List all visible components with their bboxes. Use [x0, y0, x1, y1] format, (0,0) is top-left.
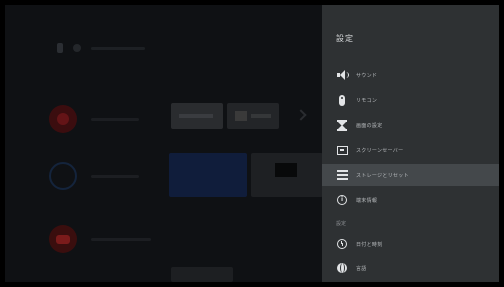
menu-item-label: 言語	[356, 265, 367, 272]
menu-item-language[interactable]: 言語	[322, 257, 499, 279]
menu-item-label: 画面の設定	[356, 122, 383, 129]
globe-icon	[336, 262, 348, 274]
app-row-label	[91, 237, 151, 241]
app-tile	[171, 103, 223, 129]
app-row-label	[91, 174, 139, 178]
menu-item-sound[interactable]: サウンド	[322, 64, 499, 86]
speaker-icon	[336, 69, 349, 81]
settings-title: 設定	[336, 34, 354, 43]
settings-panel: 設定 サウンド リモコン 画面の設定 スクリーンセーバー ストレージとリセット …	[322, 5, 499, 282]
hourglass-icon	[336, 119, 348, 131]
app-icon	[49, 105, 77, 133]
tv-screen: 設定 サウンド リモコン 画面の設定 スクリーンセーバー ストレージとリセット …	[5, 5, 499, 282]
youtube-icon	[49, 225, 77, 253]
content-tile	[171, 267, 233, 282]
menu-item-screensaver[interactable]: スクリーンセーバー	[322, 139, 499, 161]
menu-item-label: サウンド	[356, 72, 378, 79]
menu-item-label: スクリーンセーバー	[356, 147, 404, 154]
menu-item-storage-reset[interactable]: ストレージとリセット	[322, 164, 499, 186]
menu-item-label: 端末情報	[356, 197, 378, 204]
menu-item-about[interactable]: i 端末情報	[322, 189, 499, 211]
menu-item-date-time[interactable]: 日付と時刻	[322, 233, 499, 255]
clock-icon	[336, 238, 348, 250]
home-top-bar	[57, 43, 145, 53]
mic-icon	[73, 44, 81, 52]
app-row-2	[49, 162, 139, 190]
home-screen-background	[5, 5, 323, 282]
screensaver-icon	[336, 144, 348, 156]
content-tile	[169, 153, 247, 197]
storage-icon	[336, 169, 348, 181]
menu-item-label: ストレージとリセット	[356, 172, 409, 179]
content-tile	[251, 153, 323, 197]
app-icon	[49, 162, 77, 190]
remote-icon	[336, 94, 348, 106]
menu-item-remote[interactable]: リモコン	[322, 89, 499, 111]
app-tile	[227, 103, 279, 129]
search-hint-text	[91, 46, 145, 50]
search-icon	[57, 43, 63, 53]
chevron-right-icon	[295, 109, 307, 121]
menu-item-label: リモコン	[356, 97, 378, 104]
menu-item-label: 日付と時刻	[356, 241, 383, 248]
menu-item-display[interactable]: 画面の設定	[322, 114, 499, 136]
app-row-label	[91, 117, 139, 121]
section-label: 設定	[336, 221, 347, 227]
info-icon: i	[336, 194, 348, 206]
app-row-3	[49, 225, 151, 253]
app-row-1	[49, 105, 139, 133]
